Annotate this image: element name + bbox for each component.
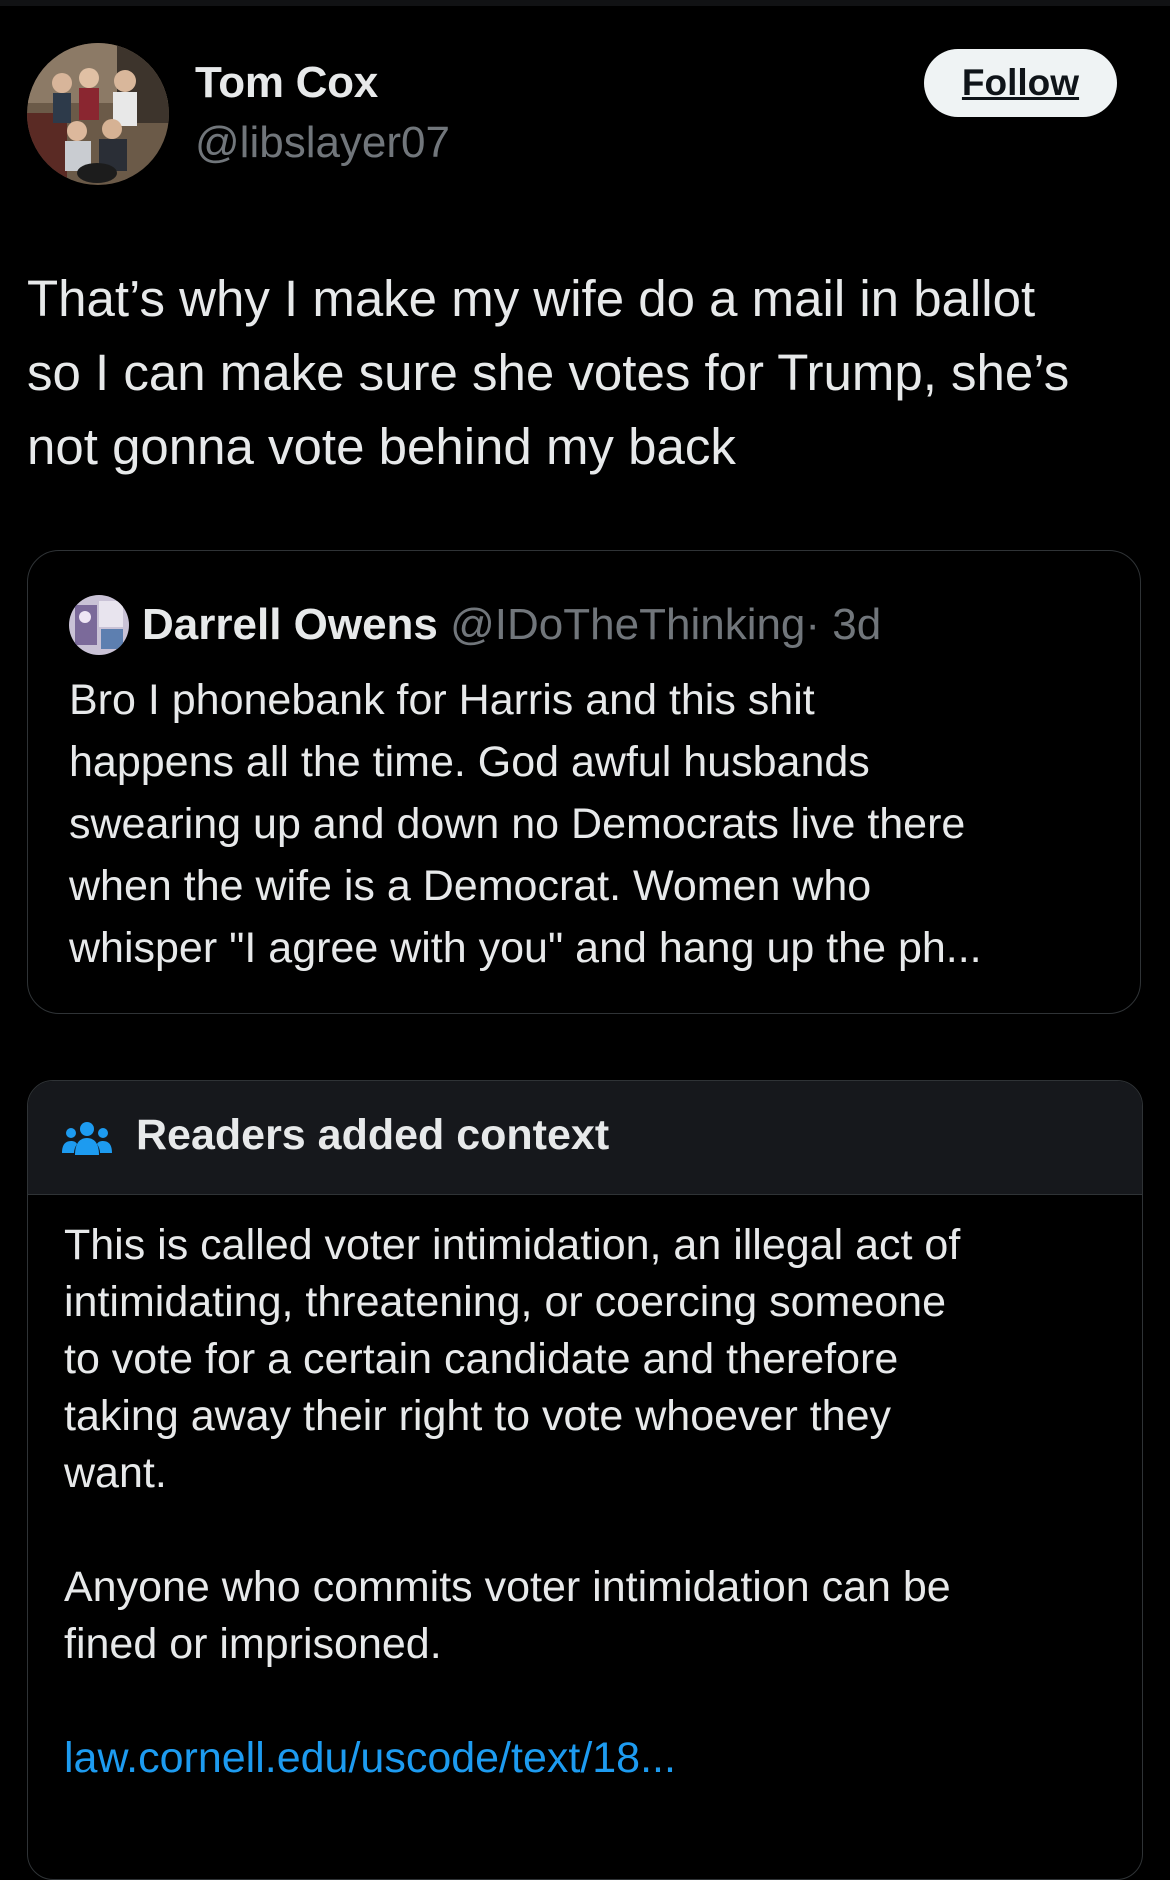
author-avatar[interactable] — [27, 43, 169, 185]
quote-line: swearing up and down no Democrats live t… — [69, 800, 966, 848]
note-line: to vote for a certain candidate and ther… — [64, 1335, 899, 1383]
tweet-line: not gonna vote behind my back — [27, 418, 736, 475]
note-line: Anyone who commits voter intimidation ca… — [64, 1563, 951, 1611]
quote-line: whisper "I agree with you" and hang up t… — [69, 924, 982, 972]
note-header: Readers added context — [28, 1081, 1142, 1195]
note-line: intimidating, threatening, or coercing s… — [64, 1278, 947, 1326]
note-source-link[interactable]: law.cornell.edu/uscode/text/18... — [64, 1734, 676, 1782]
note-line: taking away their right to vote whoever … — [64, 1392, 891, 1440]
note-title: Readers added context — [136, 1111, 610, 1159]
tweet-text: That’s why I make my wife do a mail in b… — [27, 262, 1147, 484]
note-paragraph: This is called voter intimidation, an il… — [64, 1217, 1104, 1502]
follow-button[interactable]: Follow — [924, 49, 1117, 117]
quote-author-name[interactable]: Darrell Owens — [142, 600, 438, 649]
top-divider — [0, 0, 1170, 6]
quote-timestamp: · 3d — [805, 600, 882, 649]
author-handle[interactable]: @libslayer07 — [195, 118, 450, 168]
note-body: This is called voter intimidation, an il… — [64, 1217, 1104, 1787]
tweet-line: so I can make sure she votes for Trump, … — [27, 344, 1070, 401]
note-paragraph: Anyone who commits voter intimidation ca… — [64, 1559, 1104, 1673]
people-icon — [62, 1119, 112, 1157]
quote-line: when the wife is a Democrat. Women who — [69, 862, 872, 910]
quote-text: Bro I phonebank for Harris and this shit… — [69, 669, 1109, 979]
quote-author-handle[interactable]: @IDoTheThinking — [450, 600, 805, 649]
quote-line: happens all the time. God awful husbands — [69, 738, 870, 786]
note-line: fined or imprisoned. — [64, 1620, 442, 1668]
quote-header: Darrell Owens @IDoTheThinking· 3d — [142, 595, 881, 655]
quoted-tweet[interactable]: Darrell Owens @IDoTheThinking· 3d Bro I … — [27, 550, 1141, 1014]
author-name[interactable]: Tom Cox — [195, 58, 378, 108]
tweet-line: That’s why I make my wife do a mail in b… — [27, 270, 1036, 327]
community-note: Readers added context This is called vot… — [27, 1080, 1143, 1880]
quote-line: Bro I phonebank for Harris and this shit — [69, 676, 815, 724]
note-line: want. — [64, 1449, 167, 1497]
note-line: This is called voter intimidation, an il… — [64, 1221, 961, 1269]
quote-avatar — [69, 595, 129, 655]
